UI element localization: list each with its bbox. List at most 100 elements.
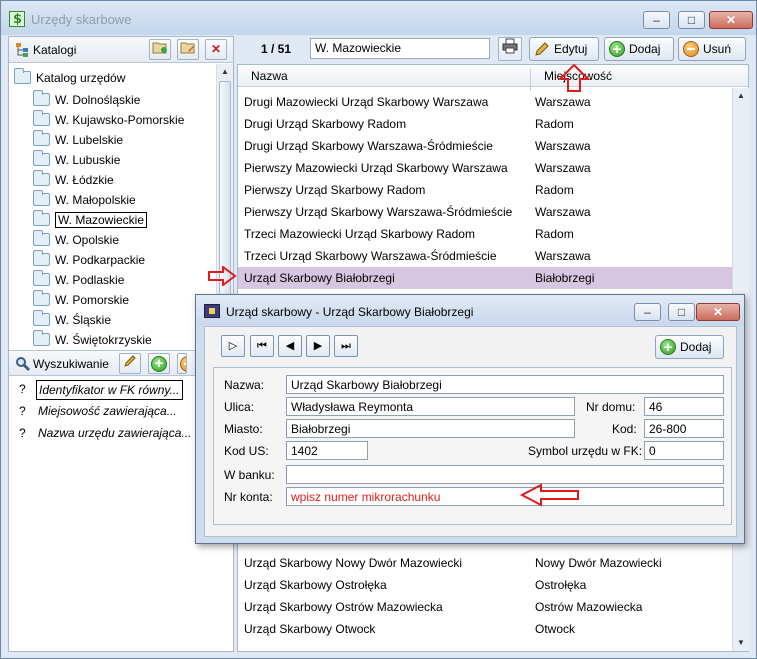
folder-icon bbox=[33, 210, 50, 226]
nav-next-button[interactable]: ▶ bbox=[306, 335, 330, 357]
cell-city: Otwock bbox=[535, 622, 576, 636]
street-field[interactable]: Władysława Reymonta bbox=[286, 397, 575, 416]
add-catalog-button[interactable] bbox=[149, 39, 171, 60]
printer-icon bbox=[502, 38, 518, 54]
table-row[interactable]: Pierwszy Urząd Skarbowy Radom Radom bbox=[238, 179, 732, 201]
title-bar: Urzędy skarbowe – □ ✕ bbox=[1, 1, 756, 35]
folder-icon bbox=[33, 190, 50, 206]
maximize-button[interactable]: □ bbox=[678, 11, 705, 29]
tree-item[interactable]: W. Łódzkie bbox=[33, 170, 114, 191]
account-number-label: Nr konta: bbox=[224, 490, 273, 504]
close-icon: ✕ bbox=[725, 13, 737, 27]
postal-code-label: Kod: bbox=[612, 422, 637, 436]
scroll-up-icon[interactable]: ▲ bbox=[217, 64, 233, 80]
city-field[interactable]: Białobrzegi bbox=[286, 419, 575, 438]
table-row[interactable]: Pierwszy Mazowiecki Urząd Skarbowy Warsz… bbox=[238, 157, 732, 179]
nav-last-button[interactable]: ⏭ bbox=[334, 335, 358, 357]
cell-name: Urząd Skarbowy Białobrzegi bbox=[244, 271, 395, 285]
magnifier-icon bbox=[16, 357, 31, 372]
table-row[interactable]: Trzeci Mazowiecki Urząd Skarbowy Radom Ra… bbox=[238, 223, 732, 245]
edit-catalog-button[interactable] bbox=[177, 39, 199, 60]
tree-item-label: W. Podlaskie bbox=[55, 273, 125, 287]
tree-item[interactable]: W. Opolskie bbox=[33, 230, 119, 251]
nav-prev-button[interactable]: ◀ bbox=[278, 335, 302, 357]
cell-name: Pierwszy Mazowiecki Urząd Skarbowy Warsz… bbox=[244, 161, 508, 175]
dialog-maximize-button[interactable]: □ bbox=[668, 303, 695, 321]
tree-item[interactable]: W. Lubelskie bbox=[33, 130, 123, 151]
catalog-tree: Katalog urzędów W. Dolnośląskie W. Kujaws… bbox=[9, 64, 217, 354]
office-code-field[interactable]: 1402 bbox=[286, 441, 368, 460]
dialog-add-button[interactable]: Dodaj bbox=[655, 335, 724, 359]
catalog-name-input[interactable]: W. Mazowieckie bbox=[310, 38, 490, 59]
close-icon: ✕ bbox=[712, 305, 724, 319]
tree-item[interactable]: W. Podkarpackie bbox=[33, 250, 145, 271]
tree-item[interactable]: W. Dolnośląskie bbox=[33, 90, 140, 111]
postal-code-field[interactable]: 26-800 bbox=[644, 419, 724, 438]
tree-item[interactable]: W. Małopolskie bbox=[33, 190, 136, 211]
tree-item[interactable]: W. Pomorskie bbox=[33, 290, 129, 311]
scroll-up-icon[interactable]: ▲ bbox=[733, 88, 749, 104]
nav-play-button[interactable]: ▷ bbox=[221, 335, 245, 357]
table-row[interactable]: Urząd Skarbowy Otwock Otwock bbox=[238, 618, 732, 640]
column-header-name[interactable]: Nazwa bbox=[251, 69, 288, 83]
cell-city: Ostrołęka bbox=[535, 578, 587, 592]
scroll-down-icon[interactable]: ▼ bbox=[733, 635, 749, 651]
tree-item[interactable]: W. Lubuskie bbox=[33, 150, 120, 171]
house-number-field[interactable]: 46 bbox=[644, 397, 724, 416]
edit-button[interactable]: Edytuj bbox=[529, 37, 599, 61]
table-row[interactable]: Urząd Skarbowy Białobrzegi Białobrzegi bbox=[238, 267, 732, 289]
cell-name: Drugi Urząd Skarbowy Warszawa-Śródmieści… bbox=[244, 139, 493, 153]
dialog-close-button[interactable]: ✕ bbox=[696, 303, 740, 321]
folder-icon bbox=[33, 110, 50, 126]
pencil-icon bbox=[124, 355, 136, 367]
table-row[interactable]: Pierwszy Urząd Skarbowy Warszawa-Śródmie… bbox=[238, 201, 732, 223]
delete-button[interactable]: Usuń bbox=[678, 37, 746, 61]
name-field[interactable]: Urząd Skarbowy Białobrzegi bbox=[286, 375, 724, 394]
cell-city: Radom bbox=[535, 117, 574, 131]
nav-first-button[interactable]: ⏮ bbox=[250, 335, 274, 357]
table-row[interactable]: Urząd Skarbowy Nowy Dwór Mazowiecki Nowy … bbox=[238, 552, 732, 574]
search-criterion[interactable]: ? Identyfikator w FK równy... bbox=[19, 380, 219, 400]
plus-icon bbox=[151, 354, 167, 373]
account-number-field[interactable]: wpisz numer mikrorachunku bbox=[286, 487, 724, 506]
edit-search-button[interactable] bbox=[119, 353, 141, 374]
tree-item[interactable]: W. Kujawsko-Pomorskie bbox=[33, 110, 184, 131]
folder-icon bbox=[33, 330, 50, 346]
tree-root[interactable]: Katalog urzędów bbox=[14, 68, 125, 87]
tree-item[interactable]: W. Podlaskie bbox=[33, 270, 125, 291]
dialog-minimize-button[interactable]: – bbox=[634, 303, 661, 321]
tree-item[interactable]: W. Mazowieckie bbox=[33, 210, 148, 231]
column-separator[interactable] bbox=[530, 69, 531, 91]
right-arrow-annotation-icon bbox=[208, 266, 237, 286]
print-button[interactable] bbox=[498, 37, 522, 61]
plus-icon bbox=[609, 39, 625, 61]
add-search-button[interactable] bbox=[148, 353, 170, 374]
search-criterion[interactable]: ? Miejsowość zawierająca... bbox=[19, 402, 219, 422]
folder-icon bbox=[33, 270, 50, 286]
table-row[interactable]: Trzeci Urząd Skarbowy Warszawa-Śródmieśc… bbox=[238, 245, 732, 267]
maximize-icon: □ bbox=[677, 305, 686, 319]
delete-catalog-button[interactable]: ✕ bbox=[205, 39, 227, 60]
cell-name: Pierwszy Urząd Skarbowy Warszawa-Śródmie… bbox=[244, 205, 513, 219]
remove-search-button[interactable] bbox=[177, 353, 187, 374]
close-button[interactable]: ✕ bbox=[709, 11, 753, 29]
add-button[interactable]: Dodaj bbox=[604, 37, 674, 61]
next-record-icon: ▶ bbox=[313, 340, 323, 352]
bank-field[interactable] bbox=[286, 465, 724, 484]
search-criterion[interactable]: ? Nazwa urzędu zawierająca... bbox=[19, 424, 219, 444]
fk-symbol-field[interactable]: 0 bbox=[644, 441, 724, 460]
folder-add-icon bbox=[152, 42, 167, 54]
table-row[interactable]: Drugi Urząd Skarbowy Warszawa-Śródmieści… bbox=[238, 135, 732, 157]
tree-item[interactable]: W. Śląskie bbox=[33, 310, 111, 331]
table-row[interactable]: Drugi Urząd Skarbowy Radom Radom bbox=[238, 113, 732, 135]
table-row[interactable]: Urząd Skarbowy Ostrołęka Ostrołęka bbox=[238, 574, 732, 596]
tree-item[interactable]: W. Świętokrzyskie bbox=[33, 330, 152, 351]
criterion-text: Miejsowość zawierająca... bbox=[38, 404, 177, 418]
table-row[interactable]: Urząd Skarbowy Ostrów Mazowiecka Ostrów M… bbox=[238, 596, 732, 618]
question-icon: ? bbox=[19, 404, 26, 418]
cell-name: Trzeci Urząd Skarbowy Warszawa-Śródmieśc… bbox=[244, 249, 497, 263]
city-label: Miasto: bbox=[224, 422, 263, 436]
minimize-button[interactable]: – bbox=[643, 11, 670, 29]
cell-name: Urząd Skarbowy Ostrów Mazowiecka bbox=[244, 600, 443, 614]
table-row[interactable]: Drugi Mazowiecki Urząd Skarbowy Warszawa… bbox=[238, 91, 732, 113]
